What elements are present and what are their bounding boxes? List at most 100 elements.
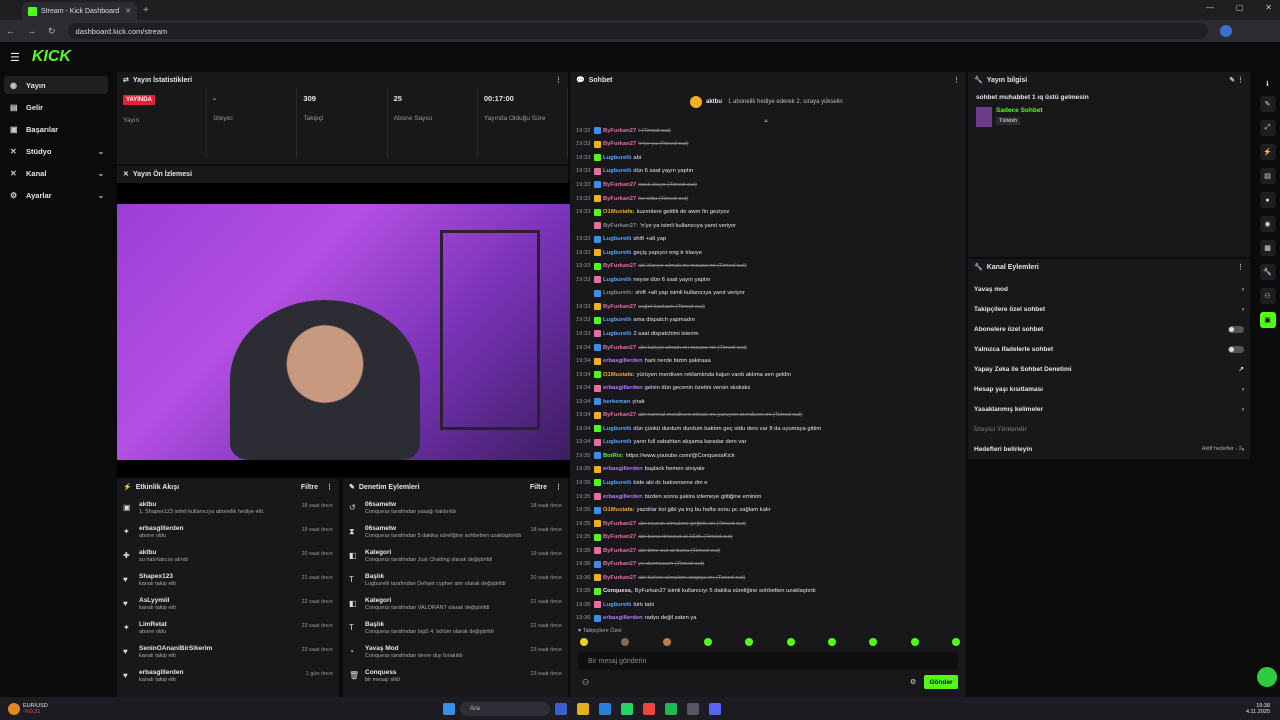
chat-message[interactable]: 19:33 O1Mustafa: kuzenlere geldik de awm f…: [576, 205, 956, 219]
chat-message[interactable]: 19:33 ByFurkan27 sağol kankam (Timed out): [576, 300, 956, 314]
chat-message[interactable]: 19:36 ByFurkan27 ye durmucam (Timed out): [576, 558, 956, 572]
chat-message[interactable]: 19:36 erbasgillerden radyo değil zaten ya: [576, 612, 956, 624]
channel-action-row[interactable]: Yalnızca ifadelerle sohbet: [968, 339, 1250, 359]
chat-tools-icon[interactable]: ⚇: [582, 678, 589, 687]
emote-icon[interactable]: [745, 638, 754, 646]
emote-icon[interactable]: [869, 638, 878, 646]
kick-logo[interactable]: KICK: [32, 48, 71, 66]
activity-row[interactable]: ✚ aktbu su hatırlatıcısı alındı 20 saat önc…: [117, 549, 339, 573]
chat-message[interactable]: 19:33 Lugburetlı ama dispatch yapmadın: [576, 314, 956, 328]
message-user[interactable]: Lugburetlı: [603, 155, 631, 161]
bolt-tool-icon[interactable]: ⚡: [1259, 144, 1276, 160]
activity-row[interactable]: ✦ erbasgillerden abone oldu 19 saat önce: [117, 525, 339, 549]
message-user[interactable]: Conquess,: [603, 588, 633, 594]
chat-message[interactable]: 19:34 berkeman yirak: [576, 395, 956, 409]
message-user[interactable]: O1Mustafa:: [603, 209, 635, 215]
activity-row[interactable]: ♥ SeninOAnaniBirSikerim kanalı takip etti 2…: [117, 645, 339, 669]
sidebar-item[interactable]: ▣ Başarılar: [4, 120, 108, 138]
message-user[interactable]: Lugburetlı: [603, 236, 631, 242]
chat-message[interactable]: 19:33 Lugburetlı 2 saat dispatchimi isteri…: [576, 327, 956, 341]
chat-tool-icon[interactable]: ●: [1259, 192, 1276, 208]
activity-row[interactable]: ♥ Shapex123 kanalı takip etti 21 saat önce: [117, 573, 339, 597]
sidebar-item[interactable]: ◉ Yayın: [4, 76, 108, 94]
activity-filter-button[interactable]: Filtre: [301, 484, 318, 491]
reload-icon[interactable]: ↻: [48, 26, 56, 37]
message-user[interactable]: erbasgillerden: [603, 615, 643, 621]
message-user[interactable]: ByFurkan27:: [603, 223, 638, 229]
chat-message[interactable]: 19:35 erbasgillerden bizden sonra şakira i…: [576, 490, 956, 504]
message-user[interactable]: ByFurkan27: [603, 412, 636, 418]
chat-message[interactable]: 19:33 Lugburetlı shift +alt yap: [576, 232, 956, 246]
sidebar-item[interactable]: ✕ Stüdyo ⌄: [4, 142, 108, 160]
chat-message[interactable]: 19:33 ByFurkan27 nasıl oluyo (Timed out): [576, 178, 956, 192]
chat-message[interactable]: 19:34 ByFurkan27 abi normal merdiven olmak…: [576, 408, 956, 422]
chat-message[interactable]: 19:34 O1Mustafa: yürüyen merdiven reklamlı…: [576, 368, 956, 382]
message-user[interactable]: Lugburetlı: [603, 317, 631, 323]
moderation-row[interactable]: ◔ Yavaş Mod Conquess tarafından devre dışı…: [343, 645, 568, 669]
chrome-icon[interactable]: [642, 702, 655, 715]
channel-action-row[interactable]: Yavaş mod ›: [968, 279, 1250, 299]
more-icon[interactable]: ⋮: [953, 76, 960, 84]
spotify-icon[interactable]: [664, 702, 677, 715]
message-user[interactable]: berkeman: [603, 399, 630, 405]
activity-row[interactable]: ▣ aktbu 1, Shapex123 isimli kullanıcıya ab…: [117, 501, 339, 525]
moderation-row[interactable]: ⧗ 06sametw Conquess tarafından 5 dakika sü…: [343, 525, 568, 549]
chat-message[interactable]: 19:36 ByFurkan27 abi türkce olmakmı arapça…: [576, 571, 956, 585]
chevron-right-icon[interactable]: ›: [1242, 386, 1244, 393]
doc-tool-icon[interactable]: ▤: [1259, 168, 1276, 184]
menu-icon[interactable]: ☰: [10, 51, 20, 64]
message-user[interactable]: ByFurkan27: [603, 575, 636, 581]
channel-action-row[interactable]: Abonelere özel sohbet: [968, 319, 1250, 339]
moderation-row[interactable]: T Başlık Conquess tarafından bigS 4. bölüm…: [343, 621, 568, 645]
chat-message[interactable]: 19:35 erbasgillerden başlack hemen siniyal…: [576, 463, 956, 477]
more-icon[interactable]: ⋮: [326, 483, 333, 491]
chevron-down-icon[interactable]: ⌄: [98, 169, 104, 178]
emote-icon[interactable]: [621, 638, 630, 646]
chat-message[interactable]: 19:34 erbasgillerden gelsin dün gecenin öz…: [576, 381, 956, 395]
more-icon[interactable]: ⋮: [555, 76, 562, 84]
chat-message[interactable]: 19:34 ByFurkan27 abi kalvye olmak mı mause…: [576, 341, 956, 355]
emote-icon[interactable]: [662, 638, 671, 646]
expand-tool-icon[interactable]: ⤢: [1259, 120, 1276, 136]
chevron-down-icon[interactable]: ⌄: [98, 147, 104, 156]
message-user[interactable]: O1Mustafa:: [603, 507, 635, 513]
message-user[interactable]: Lugburetlı:: [603, 290, 633, 296]
toggle-switch[interactable]: [1228, 345, 1244, 353]
more-icon[interactable]: ⋮: [1237, 263, 1244, 271]
chevron-down-icon[interactable]: ⌄: [98, 191, 104, 200]
chat-message[interactable]: 19:33 ByFurkan27 ab' klavye olmak mı mause…: [576, 259, 956, 273]
browser-tab[interactable]: Stream - Kick Dashboard ✕: [22, 2, 137, 20]
chevron-right-icon[interactable]: ›: [1242, 286, 1244, 293]
message-user[interactable]: erbasgillerden: [603, 358, 643, 364]
clock[interactable]: 19:38 4.11.2025: [1246, 703, 1270, 715]
message-user[interactable]: ByFurkan27: [603, 304, 636, 310]
chat-message[interactable]: 19:35 O1Mustafa: yazdılar kol gibi ya inş …: [576, 503, 956, 517]
chat-message[interactable]: Lugburetlı: shift +alt yap isimli kullanı…: [576, 287, 956, 301]
moderation-row[interactable]: ◧ Kategori Conquess tarafından VALORANT ol…: [343, 597, 568, 621]
taskbar-search[interactable]: Ara: [459, 701, 550, 716]
discord-icon[interactable]: [708, 702, 721, 715]
back-icon[interactable]: ←: [6, 26, 15, 36]
windows-start-icon[interactable]: [442, 702, 455, 715]
wrench-tool-icon[interactable]: 🔧: [1259, 264, 1276, 280]
minimize-icon[interactable]: —: [1206, 3, 1214, 12]
chat-message[interactable]: 19:33 Lugburetlı geçiş yapıyor eng tr klav…: [576, 246, 956, 260]
message-user[interactable]: Lugburetlı: [603, 480, 631, 486]
url-field[interactable]: dashboard.kick.com/stream: [67, 23, 1208, 39]
chat-message[interactable]: 19:36 Conquess, ByFurkan27 isimli kullanıc…: [576, 585, 956, 599]
channel-action-row[interactable]: Hedefleri belirleyin Aktif hedefler - 2 ›: [968, 439, 1250, 459]
chat-message[interactable]: 19:32 ByFurkan27! (Timed out): [576, 124, 956, 138]
message-user[interactable]: ByFurkan27: [603, 141, 636, 147]
message-user[interactable]: ByFurkan27: [603, 521, 636, 527]
message-user[interactable]: Lugburetlı: [603, 250, 631, 256]
calendar-tool-icon[interactable]: ▦: [1259, 240, 1276, 256]
channel-action-row[interactable]: Takipçilere özel sohbet ›: [968, 299, 1250, 319]
profile-avatar[interactable]: [1219, 25, 1232, 37]
message-user[interactable]: Lugburetlı: [603, 439, 631, 445]
category-link[interactable]: Sadece Sohbet: [996, 107, 1043, 114]
chat-message[interactable]: 19:33 ByFurkan27 he oldu (Timed out): [576, 192, 956, 206]
message-user[interactable]: Lugburetlı: [603, 426, 631, 432]
close-tab-icon[interactable]: ✕: [125, 7, 131, 15]
emote-icon[interactable]: [786, 638, 795, 646]
moderation-row[interactable]: 🗑 Conquess bir mesajı sildi 23 saat önce: [343, 669, 568, 693]
